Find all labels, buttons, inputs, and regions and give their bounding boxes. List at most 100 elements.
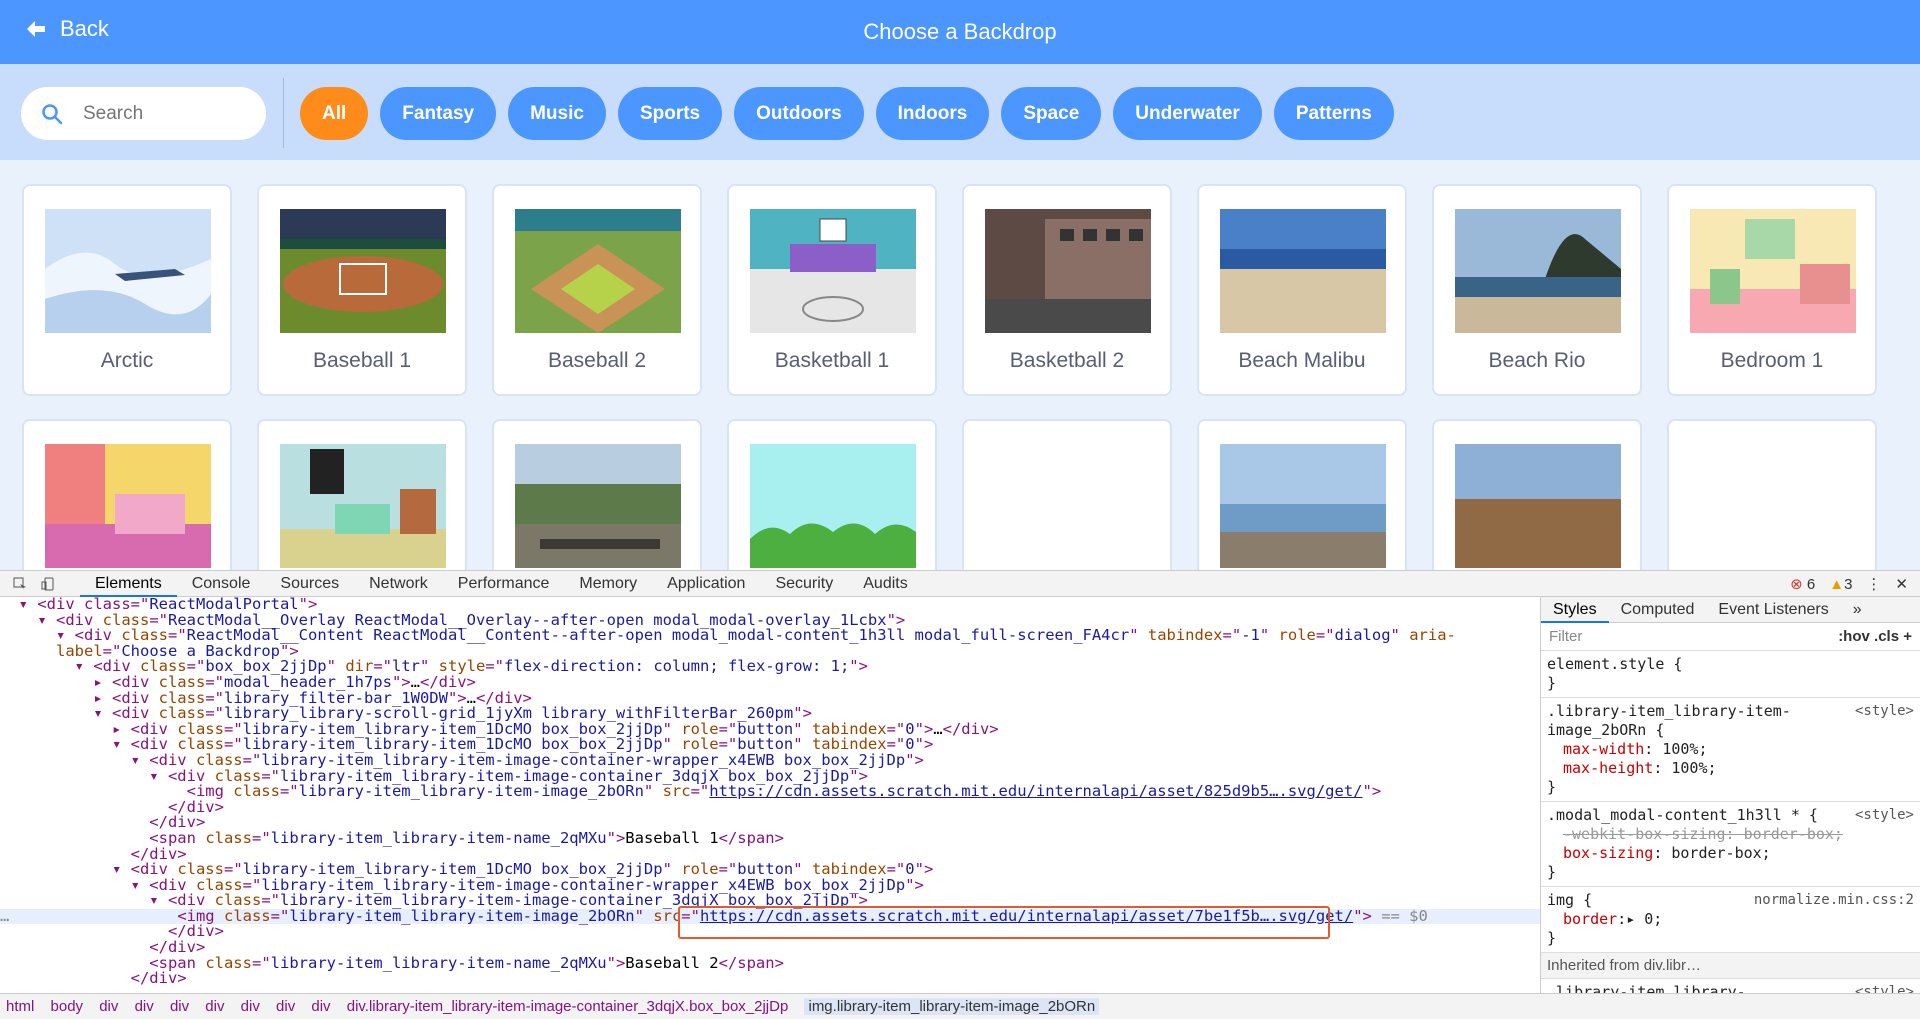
backdrop-card-bedroom-1[interactable]: Bedroom 1: [1667, 184, 1877, 396]
rule-source[interactable]: <style>: [1855, 983, 1914, 993]
add-rule-icon[interactable]: +: [1903, 628, 1912, 645]
filter-bar: All Fantasy Music Sports Outdoors Indoor…: [0, 64, 1920, 160]
backdrop-card-basketball-2[interactable]: Basketball 2: [962, 184, 1172, 396]
breadcrumb-item[interactable]: div.library-item_library-item-image-cont…: [347, 998, 789, 1015]
tag-fantasy[interactable]: Fantasy: [380, 87, 497, 140]
style-rule[interactable]: <style> .modal_modal-content_1h3ll * { -…: [1541, 802, 1920, 887]
close-icon[interactable]: ✕: [1895, 575, 1908, 593]
tab-memory[interactable]: Memory: [564, 571, 652, 597]
breadcrumb-item[interactable]: div: [276, 998, 295, 1015]
backdrop-thumbnail: [985, 209, 1151, 333]
tab-network[interactable]: Network: [354, 571, 443, 597]
backdrop-card-beach-malibu[interactable]: Beach Malibu: [1197, 184, 1407, 396]
tab-computed[interactable]: Computed: [1609, 597, 1707, 623]
error-icon: ⊗: [1790, 576, 1803, 593]
backdrop-card[interactable]: [1197, 419, 1407, 570]
backdrop-card[interactable]: [1667, 419, 1877, 570]
backdrop-thumbnail: [1220, 444, 1386, 568]
tag-sports[interactable]: Sports: [617, 87, 723, 140]
tag-music[interactable]: Music: [508, 87, 606, 140]
breadcrumb-item[interactable]: div: [241, 998, 260, 1015]
dom-node[interactable]: <img class="library-item_library-item-im…: [0, 783, 1540, 800]
breadcrumb-item[interactable]: div: [99, 998, 118, 1015]
backdrop-grid: Arctic Baseball 1 Baseball 2 Basketball …: [0, 160, 1920, 570]
breadcrumb-item[interactable]: div: [170, 998, 189, 1015]
dom-node[interactable]: <span class="library-item_library-item-n…: [0, 830, 1540, 847]
dom-breadcrumb: html body div div div div div div div di…: [0, 993, 1920, 1019]
cls-toggle[interactable]: .cls: [1874, 628, 1899, 645]
tab-application[interactable]: Application: [652, 571, 760, 597]
warning-count[interactable]: ▲3: [1829, 576, 1852, 593]
search-box[interactable]: [21, 87, 266, 140]
breadcrumb-item[interactable]: body: [51, 998, 84, 1015]
backdrop-name: Baseball 1: [312, 349, 412, 372]
modal-header: Back Choose a Backdrop: [0, 0, 1920, 64]
breadcrumb-item[interactable]: div: [205, 998, 224, 1015]
backdrop-card[interactable]: [962, 419, 1172, 570]
tag-space[interactable]: Space: [1001, 87, 1102, 140]
tag-patterns[interactable]: Patterns: [1273, 87, 1394, 140]
tag-indoors[interactable]: Indoors: [875, 87, 990, 140]
backdrop-card-beach-rio[interactable]: Beach Rio: [1432, 184, 1642, 396]
hov-toggle[interactable]: :hov: [1838, 628, 1870, 645]
tab-sources[interactable]: Sources: [265, 571, 354, 597]
dom-node[interactable]: </div>: [0, 971, 1540, 987]
rule-source[interactable]: <style>: [1855, 702, 1914, 721]
styles-filter[interactable]: Filter :hov .cls +: [1541, 623, 1920, 651]
tag-all[interactable]: All: [300, 87, 369, 140]
rule-source[interactable]: normalize.min.css:2: [1754, 891, 1914, 910]
backdrop-card[interactable]: [22, 419, 232, 570]
device-toolbar-icon[interactable]: [40, 576, 56, 592]
breadcrumb-item[interactable]: div: [311, 998, 330, 1015]
search-input[interactable]: [83, 102, 233, 125]
styles-tab-bar: Styles Computed Event Listeners »: [1541, 597, 1920, 623]
more-tabs-icon[interactable]: »: [1841, 597, 1874, 623]
backdrop-thumbnail: [280, 209, 446, 333]
tag-underwater[interactable]: Underwater: [1113, 87, 1262, 140]
backdrop-name: Arctic: [100, 349, 154, 372]
backdrop-card[interactable]: [257, 419, 467, 570]
backdrop-thumbnail: [750, 209, 916, 333]
tab-performance[interactable]: Performance: [443, 571, 565, 597]
backdrop-name: Basketball 1: [774, 349, 890, 372]
dom-node[interactable]: <span class="library-item_library-item-n…: [0, 955, 1540, 972]
style-rule[interactable]: <style> .library-item_library-item-image…: [1541, 698, 1920, 802]
backdrop-thumbnail: [515, 444, 681, 568]
backdrop-card[interactable]: [727, 419, 937, 570]
backdrop-name: Beach Rio: [1488, 349, 1586, 372]
backdrop-card[interactable]: [1432, 419, 1642, 570]
tab-styles[interactable]: Styles: [1541, 597, 1609, 623]
modal-title: Choose a Backdrop: [863, 19, 1057, 44]
backdrop-card-baseball-1[interactable]: Baseball 1: [257, 184, 467, 396]
filter-input[interactable]: Filter: [1549, 628, 1582, 645]
backdrop-card[interactable]: [492, 419, 702, 570]
backdrop-thumbnail: [750, 444, 916, 568]
style-rule[interactable]: element.style {}: [1541, 651, 1920, 698]
error-count[interactable]: ⊗ 6: [1790, 575, 1815, 593]
rule-source[interactable]: <style>: [1855, 806, 1914, 825]
backdrop-thumbnail: [45, 209, 211, 333]
backdrop-card-basketball-1[interactable]: Basketball 1: [727, 184, 937, 396]
tab-security[interactable]: Security: [760, 571, 848, 597]
inspect-element-icon[interactable]: [12, 576, 28, 592]
backdrop-thumbnail: [1690, 209, 1856, 333]
tab-elements[interactable]: Elements: [80, 571, 177, 597]
inherited-label: Inherited from div.libr…: [1541, 953, 1920, 979]
dom-node[interactable]: </div>: [0, 799, 1540, 816]
backdrop-thumbnail: [1455, 444, 1621, 568]
tab-audits[interactable]: Audits: [848, 571, 922, 597]
backdrop-card-arctic[interactable]: Arctic: [22, 184, 232, 396]
dom-node-selected[interactable]: … <img class="library-item_library-item-…: [0, 908, 1540, 925]
elements-tree[interactable]: ▾ <div class="ReactModalPortal"> ▾ <div …: [0, 597, 1540, 993]
style-rule[interactable]: <style> .library-item_library-item_1DcMO…: [1541, 979, 1920, 993]
backdrop-card-baseball-2[interactable]: Baseball 2: [492, 184, 702, 396]
more-options-icon[interactable]: ⋮: [1866, 575, 1881, 593]
breadcrumb-item[interactable]: div: [135, 998, 154, 1015]
tag-outdoors[interactable]: Outdoors: [734, 87, 864, 140]
breadcrumb-item[interactable]: html: [6, 998, 34, 1015]
dom-node[interactable]: </div>: [0, 924, 1540, 940]
breadcrumb-item-current[interactable]: img.library-item_library-item-image_2bOR…: [804, 998, 1100, 1015]
tab-event-listeners[interactable]: Event Listeners: [1706, 597, 1840, 623]
style-rule[interactable]: normalize.min.css:2 img { border:▸ 0;}: [1541, 887, 1920, 953]
tab-console[interactable]: Console: [177, 571, 266, 597]
